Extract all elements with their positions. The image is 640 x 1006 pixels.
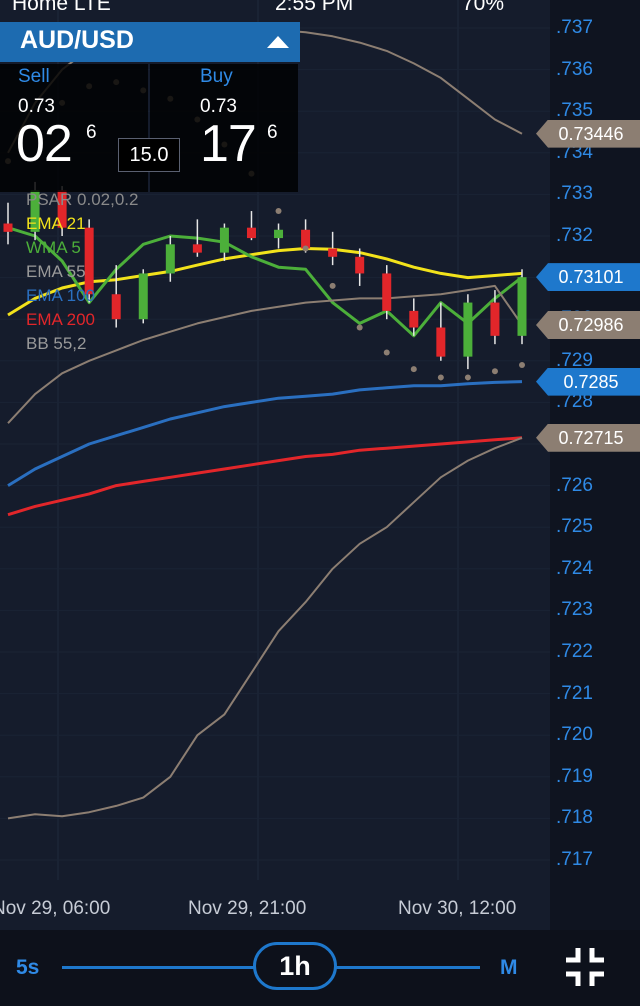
- candle-body-18: [490, 302, 500, 336]
- price-tick-label: .733: [556, 183, 593, 205]
- psar-dot-18: [491, 368, 498, 375]
- time-tick-label: Nov 29, 21:00: [188, 898, 307, 919]
- candle-body-6: [165, 244, 175, 274]
- sell-label: Sell: [18, 66, 50, 87]
- psar-dot-15: [410, 366, 417, 373]
- price-tick-label: .717: [556, 849, 593, 870]
- candle-body-12: [328, 248, 338, 257]
- candle-body-0: [3, 223, 13, 232]
- candle-body-17: [463, 302, 473, 357]
- timeframe-slider-knob[interactable]: 1h: [253, 942, 337, 990]
- price-tick-label: .724: [556, 557, 593, 579]
- price-tag: 0.73446: [536, 119, 640, 148]
- price-tick-label: .719: [556, 765, 593, 787]
- psar-dot-14: [383, 349, 390, 356]
- candle-body-19: [517, 277, 527, 336]
- candle-body-7: [192, 244, 202, 253]
- series-line-ema-100: [7, 380, 523, 487]
- timeframe-min-label[interactable]: 5s: [16, 956, 39, 980]
- battery-level: 70%: [462, 0, 505, 14]
- buy-label: Buy: [200, 66, 233, 87]
- buy-pip: 6: [267, 122, 278, 143]
- candle-body-14: [382, 273, 392, 311]
- indicator-label: BB 55,2: [26, 334, 87, 353]
- symbol-bar[interactable]: AUD/USD: [0, 22, 300, 62]
- price-tick-label: .735: [556, 100, 593, 122]
- indicator-label: EMA 100: [26, 286, 95, 305]
- price-tick-label: .721: [556, 682, 593, 704]
- psar-dot-17: [464, 374, 471, 381]
- psar-dot-13: [356, 324, 363, 331]
- psar-dot-11: [302, 245, 309, 252]
- indicator-label: WMA 5: [26, 238, 81, 257]
- clock: 2:55 PM: [275, 0, 354, 14]
- exit-fullscreen-icon[interactable]: [562, 944, 608, 990]
- price-tick-label: .722: [556, 641, 593, 662]
- price-tick-label: .726: [556, 474, 593, 496]
- price-tick-label: .736: [556, 58, 593, 80]
- carrier-label: Home LTE: [12, 0, 111, 14]
- timeframe-max-label[interactable]: M: [500, 956, 518, 980]
- candle-body-4: [111, 294, 121, 320]
- series-line-ema-200: [7, 436, 523, 517]
- candle-body-8: [219, 227, 229, 253]
- price-tick-label: .732: [556, 225, 593, 246]
- price-tick-label: .718: [556, 807, 593, 829]
- price-tick-label: .725: [556, 516, 593, 538]
- buy-price-main: 17: [200, 115, 257, 173]
- buy-button[interactable]: Buy 0.73 17 6: [150, 64, 298, 192]
- collapse-icon[interactable]: [267, 36, 289, 48]
- candle-body-10: [274, 229, 284, 239]
- price-tag: 0.7285: [536, 367, 640, 396]
- sell-pip: 6: [86, 122, 97, 143]
- indicator-label: EMA 200: [26, 310, 95, 329]
- psar-dot-10: [275, 208, 282, 215]
- candle-body-13: [355, 256, 365, 274]
- price-tag: 0.72986: [536, 311, 640, 340]
- indicator-label: EMA 55: [26, 262, 86, 281]
- psar-dot-19: [519, 361, 525, 368]
- candle-body-15: [409, 310, 419, 328]
- indicator-label: EMA 21: [26, 214, 86, 233]
- price-tick-label: .720: [556, 724, 593, 746]
- psar-dot-12: [329, 282, 336, 289]
- candle-body-3: [84, 227, 94, 295]
- price-tick-label: .723: [556, 599, 593, 621]
- indicator-label: PSAR 0.02,0.2: [26, 190, 139, 209]
- spread-value: 15.0: [118, 138, 180, 172]
- time-tick-label: Nov 30, 12:00: [398, 898, 517, 919]
- time-tick-label: Nov 29, 06:00: [0, 898, 111, 919]
- candle-body-5: [138, 273, 148, 320]
- price-tick-label: .737: [556, 17, 593, 38]
- timeframe-bar: 5s 1h M: [0, 930, 640, 1006]
- sell-price-main: 02: [16, 115, 73, 173]
- psar-dot-16: [437, 374, 444, 381]
- price-tag: 0.73101: [536, 263, 640, 292]
- price-tag: 0.72715: [536, 423, 640, 452]
- status-bar: Home LTE 2:55 PM 70%: [0, 0, 640, 14]
- sell-button[interactable]: Sell 0.73 02 6: [0, 64, 148, 192]
- candle-body-9: [246, 227, 256, 239]
- candle-body-16: [436, 327, 446, 357]
- symbol-label: AUD/USD: [20, 26, 134, 54]
